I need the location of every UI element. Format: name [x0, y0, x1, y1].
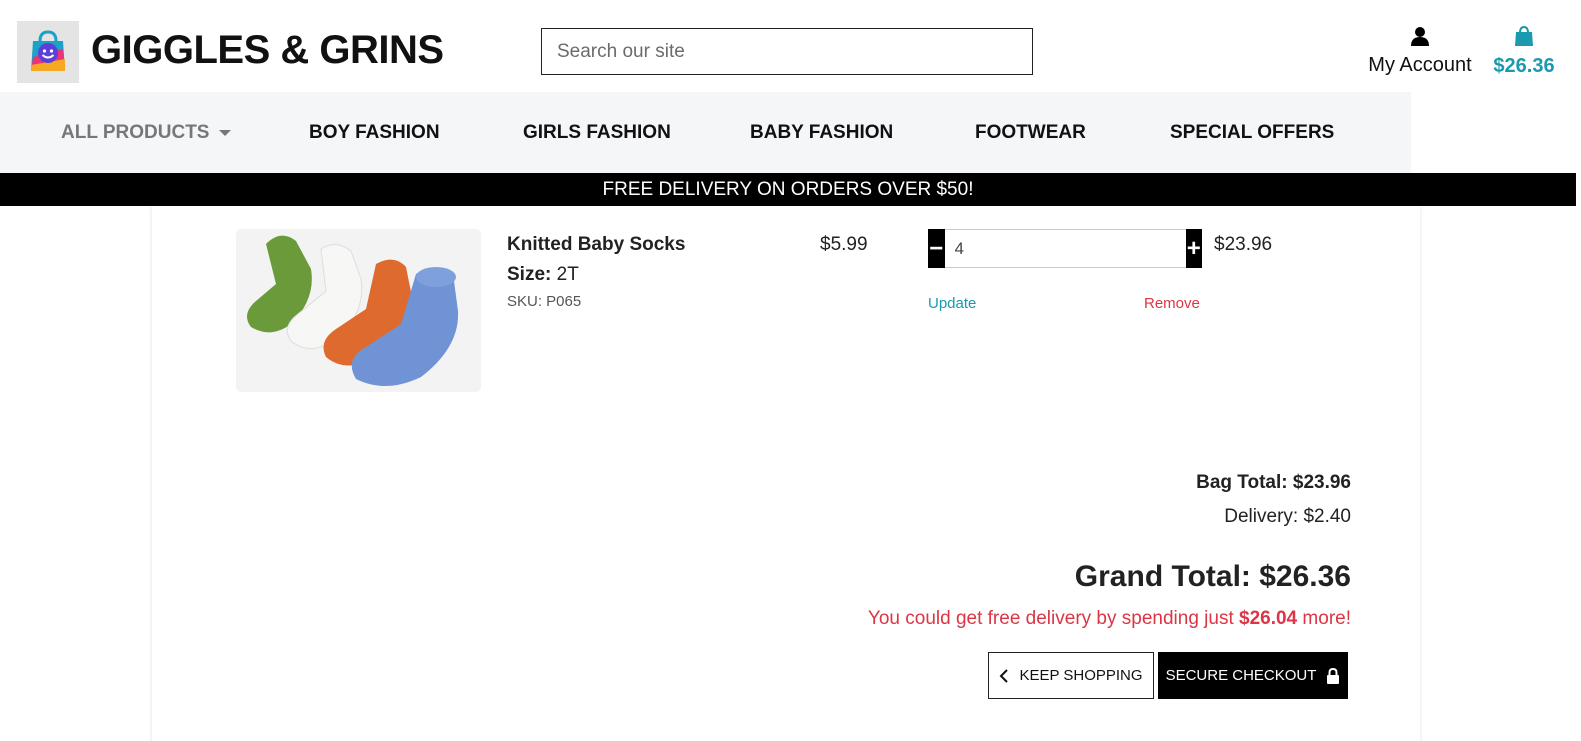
my-account-label: My Account [1368, 54, 1472, 76]
shopping-bag-logo-icon [31, 30, 65, 71]
grand-total: Grand Total: $26.36 [1074, 560, 1351, 593]
user-icon [1411, 27, 1429, 46]
main-nav: ALL PRODUCTS BOY FASHION GIRLS FASHION B… [0, 92, 1411, 173]
product-name[interactable]: Knitted Baby Socks [507, 234, 685, 256]
nav-special-offers[interactable]: SPECIAL OFFERS [1170, 92, 1334, 173]
keep-shopping-label: KEEP SHOPPING [1019, 667, 1143, 684]
product-sku: SKU: P065 [507, 293, 582, 310]
product-image [236, 229, 481, 392]
line-subtotal: $23.96 [1214, 234, 1273, 255]
size-value: 2T [556, 264, 579, 285]
delivery-cost: Delivery: $2.40 [1224, 506, 1351, 527]
nav-all-products[interactable]: ALL PRODUCTS [61, 92, 232, 173]
logo[interactable] [17, 21, 79, 83]
chevron-left-icon [1000, 668, 1009, 683]
free-delivery-suffix: more! [1297, 608, 1351, 629]
product-size: Size: 2T [507, 264, 579, 286]
my-account-link[interactable]: My Account [1364, 26, 1476, 77]
shopping-bag-icon [1515, 25, 1533, 46]
free-delivery-banner: FREE DELIVERY ON ORDERS OVER $50! [0, 173, 1576, 206]
lock-icon [1327, 667, 1340, 684]
quantity-input[interactable] [944, 229, 1186, 268]
free-delivery-prefix: You could get free delivery by spending … [867, 608, 1240, 629]
search-input[interactable] [541, 28, 1033, 75]
site-header: GIGGLES & GRINS My Account $26.36 [0, 0, 1581, 92]
secure-checkout-label: SECURE CHECKOUT [1165, 667, 1317, 684]
free-delivery-amount: $26.04 [1239, 608, 1298, 629]
bag-total-amount: $26.36 [1493, 55, 1555, 77]
keep-shopping-button[interactable]: KEEP SHOPPING [988, 652, 1154, 699]
shopping-bag-link[interactable]: $26.36 [1488, 25, 1560, 78]
nav-girls-fashion[interactable]: GIRLS FASHION [523, 92, 671, 173]
nav-boy-fashion[interactable]: BOY FASHION [309, 92, 440, 173]
decrement-button[interactable]: − [928, 229, 945, 268]
nav-baby-fashion[interactable]: BABY FASHION [750, 92, 893, 173]
quantity-stepper: − + [928, 229, 1202, 268]
update-link[interactable]: Update [928, 295, 976, 312]
nav-all-products-label: ALL PRODUCTS [61, 121, 210, 143]
minus-icon: − [929, 234, 944, 262]
chevron-down-icon [219, 129, 232, 136]
free-delivery-notice: You could get free delivery by spending … [868, 608, 1351, 630]
bag-total: Bag Total: $23.96 [1196, 472, 1351, 493]
unit-price: $5.99 [820, 234, 868, 255]
secure-checkout-button[interactable]: SECURE CHECKOUT [1158, 652, 1348, 699]
increment-button[interactable]: + [1185, 229, 1202, 268]
remove-link[interactable]: Remove [1144, 295, 1200, 312]
plus-icon: + [1186, 234, 1201, 262]
page: GIGGLES & GRINS My Account $26.36 ALL PR… [0, 0, 1581, 741]
brand-name[interactable]: GIGGLES & GRINS [91, 28, 444, 73]
nav-footwear[interactable]: FOOTWEAR [975, 92, 1086, 173]
size-label: Size: [507, 264, 552, 285]
